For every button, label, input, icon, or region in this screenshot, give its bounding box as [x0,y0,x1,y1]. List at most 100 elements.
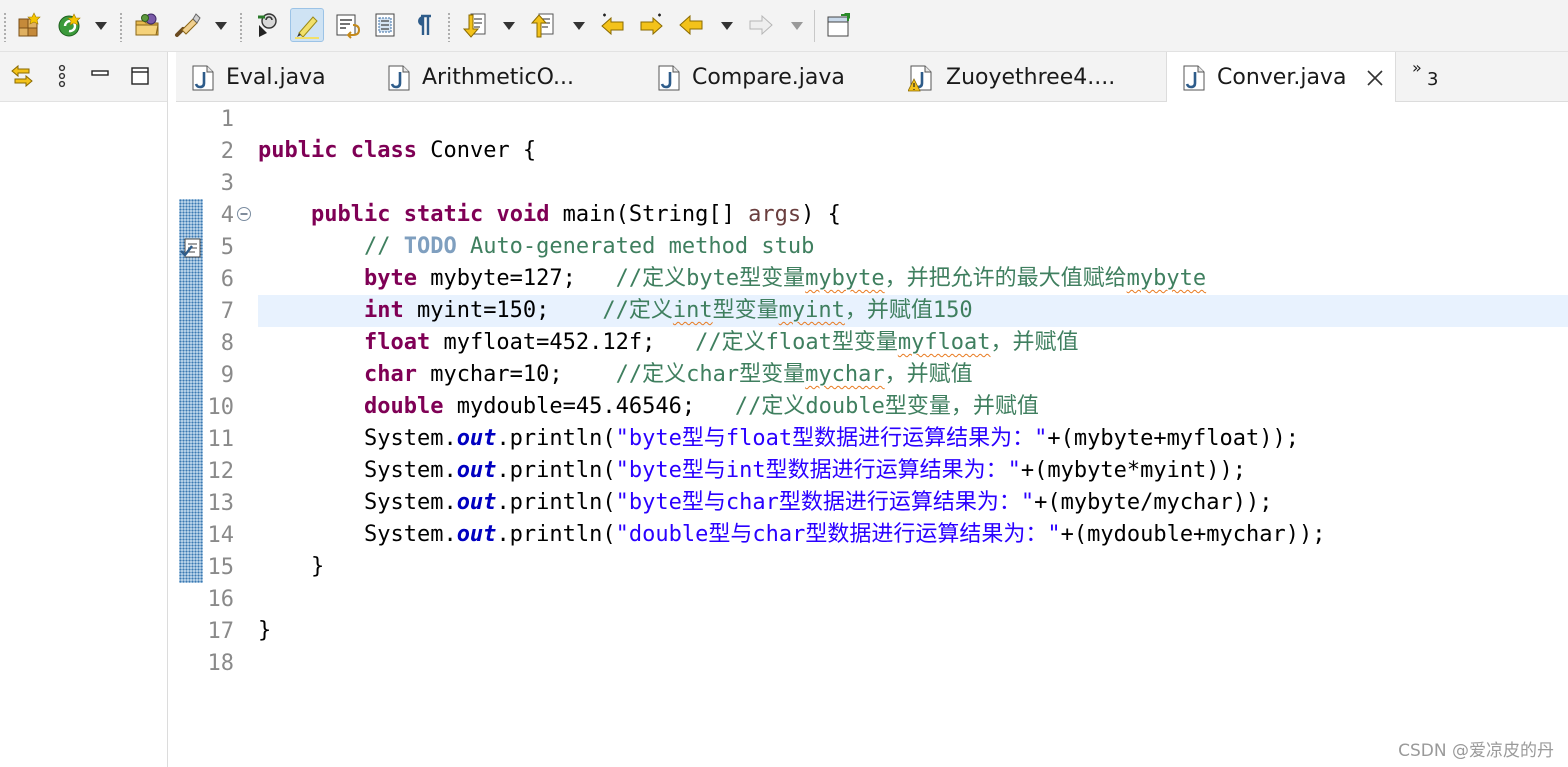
static-field: out [456,426,497,451]
last-edit-location-icon[interactable] [596,8,630,42]
close-icon[interactable] [1365,68,1385,88]
view-menu-icon[interactable] [46,60,78,92]
spelling-warning[interactable]: mybyte [805,266,884,291]
previous-annotation-icon[interactable] [526,8,560,42]
tab-label: Zuoyethree4.... [946,65,1116,90]
spelling-warning[interactable]: mychar [805,362,884,387]
spelling-warning[interactable]: int [673,298,713,323]
comment: ，并赋值 [990,330,1079,355]
code-line: int myint=150; //定义int型变量myint，并赋值150 [258,295,973,327]
spelling-warning[interactable]: myint [779,298,845,323]
keyword: byte [363,266,417,291]
next-annotation-dropdown[interactable] [502,20,516,32]
spelling-warning[interactable]: myfloat [898,330,991,355]
line-number: 11 [207,427,235,452]
run-last-tool-icon[interactable] [52,8,86,42]
line-number: 10 [207,395,235,420]
code-text: myint=150; [403,298,603,323]
line-number: 1 [220,107,234,132]
comment: //定义byte型变量 [615,266,806,291]
code-text-area[interactable]: public class Conver { public static void… [254,102,1568,767]
previous-annotation-dropdown[interactable] [572,20,586,32]
code-line: public static void main(String[] args) { [258,199,841,231]
code-line: } [258,615,271,647]
forward-icon[interactable] [744,8,778,42]
line-number: 9 [220,363,234,388]
code-text: .println( [496,522,616,547]
line-number: 15 [207,555,235,580]
keyword: void [496,202,550,227]
comment: //定义char型变量 [615,362,806,387]
toolbar-separator [240,12,242,42]
parameter: args [748,202,802,227]
next-annotation-icon[interactable] [458,8,492,42]
search-references-icon[interactable] [170,8,204,42]
tab-label: Compare.java [692,65,845,90]
line-number: 7 [220,299,234,324]
main-toolbar [0,0,1568,52]
todo-tag: TODO [403,234,457,259]
keyword: public [258,138,338,163]
tab-compare-java[interactable]: Compare.java [642,52,894,102]
code-editor[interactable]: 1 2 3 4 5 6 7 8 9 10 11 12 13 14 15 16 1… [176,102,1568,767]
string-literal: "byte型与float型数据进行运算结果为：" [615,426,1048,451]
back-dropdown-arrow[interactable] [720,20,734,32]
java-file-icon [1183,65,1205,91]
comment: ，并赋值 [884,362,973,387]
search-dropdown-arrow[interactable] [214,20,228,32]
code-text: +(mybyte+myfloat)); [1047,426,1300,451]
collapse-fold-icon[interactable] [236,206,252,222]
comment: ，并赋值150 [844,298,973,323]
toggle-word-wrap-icon[interactable] [330,8,364,42]
minimize-icon[interactable] [84,60,116,92]
comment: 型变量 [712,298,779,323]
code-line: System.out.println("byte型与int型数据进行运算结果为：… [258,455,1246,487]
show-whitespace-icon[interactable] [406,8,440,42]
tab-overflow-button[interactable]: ›› 3 [1412,58,1452,94]
code-text: System. [363,426,457,451]
code-text: System. [363,458,457,483]
keyword: public [310,202,391,227]
code-text: .println( [496,426,616,451]
java-file-warning-icon [908,65,932,92]
line-number: 6 [220,267,234,292]
line-number: 3 [220,171,234,196]
tab-zuoyethree4[interactable]: Zuoyethree4.... [894,52,1166,102]
code-text: .println( [496,490,616,515]
java-file-icon [192,65,214,91]
code-text: mybyte=127; [416,266,616,291]
forward-dropdown-arrow[interactable] [790,20,804,32]
code-text: mydouble=45.46546; [443,394,735,419]
maximize-icon[interactable] [124,60,156,92]
code-line: double mydouble=45.46546; //定义double型变量，… [258,391,1039,423]
link-with-editor-icon[interactable] [6,60,38,92]
code-text: System. [363,522,457,547]
new-java-package-icon[interactable] [12,8,46,42]
line-number: 16 [207,587,235,612]
java-file-icon [658,65,680,91]
open-perspective-icon[interactable] [822,8,856,42]
tab-arithmetic[interactable]: ArithmeticO... [372,52,642,102]
static-field: out [456,522,497,547]
open-type-icon[interactable] [130,8,164,42]
code-line: public class Conver { [258,135,536,167]
spelling-warning[interactable]: mybyte [1127,266,1206,291]
code-text: mychar=10; [416,362,616,387]
toolbar-grip[interactable] [4,12,6,42]
left-view-toolbar [0,52,167,102]
tab-conver-java[interactable]: Conver.java [1166,52,1396,103]
comment: ，并把允许的最大值赋给 [884,266,1127,291]
code-text: +(mybyte*myint)); [1020,458,1247,483]
code-text: } [310,554,325,579]
code-text: } [258,618,272,643]
run-dropdown-arrow[interactable] [94,20,108,32]
open-task-icon[interactable] [250,8,284,42]
toggle-mark-occurrences-icon[interactable] [290,8,324,42]
code-text: ) { [801,202,841,227]
next-edit-location-icon[interactable] [634,8,668,42]
back-icon[interactable] [674,8,708,42]
line-number: 5 [220,235,234,260]
tab-eval-java[interactable]: Eval.java [176,52,372,102]
keyword: static [403,202,484,227]
toggle-block-selection-icon[interactable] [368,8,402,42]
